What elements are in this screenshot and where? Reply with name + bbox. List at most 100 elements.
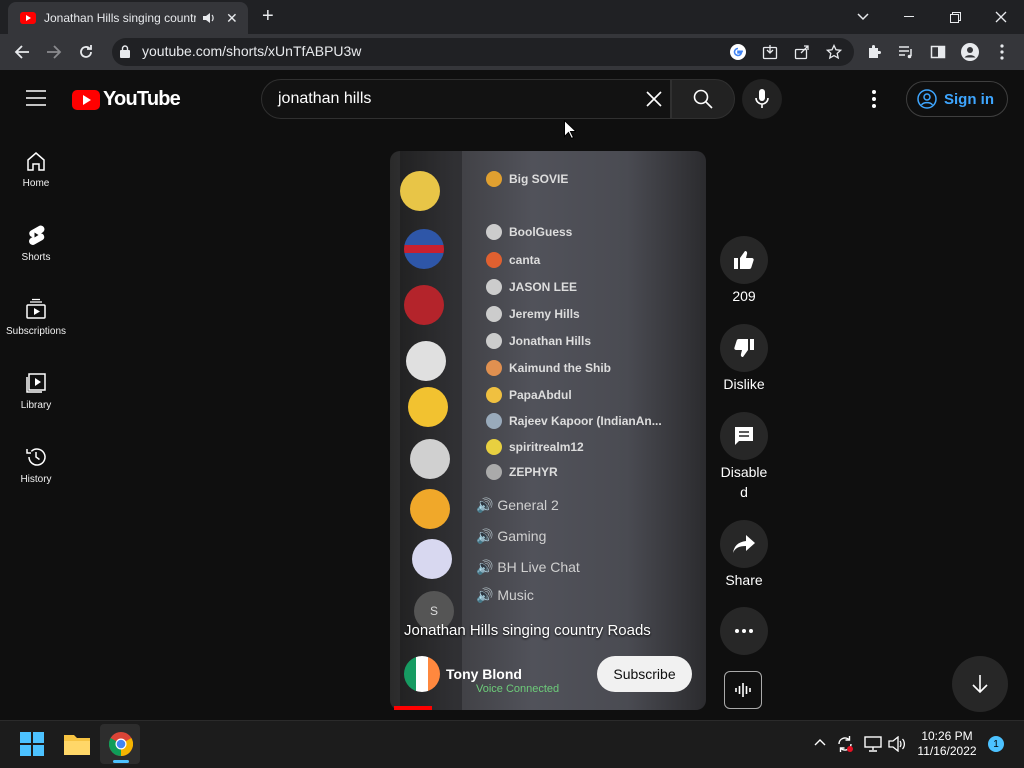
sidebar-item-home[interactable]: Home xyxy=(0,136,72,210)
side-panel-icon[interactable] xyxy=(926,40,950,64)
arrow-down-icon xyxy=(972,675,988,693)
notification-badge[interactable]: 1 xyxy=(988,736,1004,752)
settings-more-icon[interactable] xyxy=(872,90,876,108)
comments-button[interactable] xyxy=(720,412,768,460)
sidebar-item-label: Library xyxy=(20,400,52,411)
extensions-icon[interactable] xyxy=(862,40,886,64)
restore-icon[interactable] xyxy=(932,4,978,30)
video-progress-bar[interactable] xyxy=(394,706,432,710)
voice-channel: 🔊 Gaming xyxy=(476,528,547,544)
sidebar-item-shorts[interactable]: Shorts xyxy=(0,210,72,284)
voice-channel: 🔊 Music xyxy=(476,587,534,603)
reload-icon[interactable] xyxy=(74,40,98,64)
more-actions-button[interactable] xyxy=(720,607,768,655)
sidebar-item-label: Home xyxy=(22,178,50,189)
youtube-logo-text: YouTube xyxy=(103,88,181,110)
video-title: Jonathan Hills singing country Roads xyxy=(404,622,651,639)
member-row: Big SOVIE xyxy=(486,171,568,187)
media-control-icon[interactable] xyxy=(894,40,918,64)
profile-icon[interactable] xyxy=(958,40,982,64)
thumbs-up-icon xyxy=(734,251,754,269)
sidebar-item-library[interactable]: Library xyxy=(0,358,72,432)
member-row: Kaimund the Shib xyxy=(486,360,611,376)
server-avatar xyxy=(412,539,452,579)
home-icon xyxy=(27,152,45,171)
member-row: spiritrealm12 xyxy=(486,439,584,455)
sidebar-item-label: Subscriptions xyxy=(5,326,67,337)
shorts-icon xyxy=(29,225,45,245)
next-video-button[interactable] xyxy=(952,656,1008,712)
volume-icon[interactable] xyxy=(888,736,906,752)
original-sound-button[interactable] xyxy=(724,671,762,709)
library-icon xyxy=(26,373,46,393)
close-window-icon[interactable] xyxy=(978,4,1024,30)
lock-icon[interactable] xyxy=(120,45,130,58)
show-hidden-icons-icon[interactable] xyxy=(814,738,826,746)
google-icon[interactable] xyxy=(726,40,750,64)
more-horizontal-icon xyxy=(735,629,753,633)
clock-time: 10:26 PM xyxy=(921,729,973,743)
member-row: BoolGuess xyxy=(486,224,572,240)
channel-name[interactable]: Tony Blond xyxy=(446,666,522,682)
sound-wave-icon xyxy=(735,683,751,697)
comments-disabled-label: Disabled xyxy=(720,464,768,500)
tab-title: Jonathan Hills singing country Roads xyxy=(44,11,196,25)
clear-search-icon[interactable] xyxy=(646,91,662,107)
sign-in-button[interactable]: Sign in xyxy=(906,81,1008,117)
bookmark-star-icon[interactable] xyxy=(822,40,846,64)
youtube-logo[interactable]: YouTube xyxy=(72,88,181,111)
search-button[interactable] xyxy=(671,79,735,119)
speaker-icon[interactable] xyxy=(202,12,216,24)
member-row: canta xyxy=(486,252,540,268)
share-label: Share xyxy=(725,572,763,588)
close-tab-icon[interactable]: ✕ xyxy=(226,10,238,27)
chrome-icon xyxy=(109,732,133,756)
sync-icon[interactable] xyxy=(836,735,854,753)
share-page-icon[interactable] xyxy=(790,40,814,64)
file-explorer-icon[interactable] xyxy=(64,733,90,755)
network-icon[interactable] xyxy=(864,736,882,752)
new-tab-button[interactable]: + xyxy=(262,6,274,26)
sidebar-item-subscriptions[interactable]: Subscriptions xyxy=(0,284,72,358)
member-row: JASON LEE xyxy=(486,279,577,295)
guide-menu-icon[interactable] xyxy=(26,90,46,106)
voice-search-button[interactable] xyxy=(742,79,782,119)
thumbs-down-icon xyxy=(734,339,754,357)
browser-tab[interactable]: Jonathan Hills singing country Roads ✕ xyxy=(8,2,248,34)
channel-avatar[interactable] xyxy=(404,656,440,692)
search-icon xyxy=(693,89,713,109)
mouse-cursor-icon xyxy=(564,120,576,139)
install-app-icon[interactable] xyxy=(758,40,782,64)
sidebar-item-label: History xyxy=(20,474,52,485)
windows-start-icon[interactable] xyxy=(20,732,44,756)
server-avatar xyxy=(400,171,440,211)
comment-icon xyxy=(735,427,753,445)
dislike-button[interactable] xyxy=(720,324,768,372)
server-avatar xyxy=(410,489,450,529)
voice-channel: 🔊 General 2 xyxy=(476,497,559,513)
history-icon xyxy=(26,448,46,466)
sidebar-item-history[interactable]: History xyxy=(0,432,72,506)
server-avatar xyxy=(410,439,450,479)
share-button[interactable] xyxy=(720,520,768,568)
dislike-label: Dislike xyxy=(723,376,765,392)
subscriptions-icon xyxy=(26,298,46,319)
youtube-favicon-icon xyxy=(20,12,36,24)
chrome-menu-icon[interactable] xyxy=(990,40,1014,64)
tab-search-icon[interactable] xyxy=(840,4,886,30)
subscribe-button[interactable]: Subscribe xyxy=(597,656,692,692)
sidebar-item-label: Shorts xyxy=(21,252,51,263)
microphone-icon xyxy=(755,89,769,108)
forward-icon[interactable] xyxy=(42,40,66,64)
member-row: Rajeev Kapoor (IndianAn... xyxy=(486,413,662,429)
back-icon[interactable] xyxy=(10,40,34,64)
url-text: youtube.com/shorts/xUnTfABPU3w xyxy=(142,43,362,59)
search-query-text: jonathan hills xyxy=(278,90,372,107)
like-button[interactable] xyxy=(720,236,768,284)
clock-date: 11/16/2022 xyxy=(917,744,977,758)
taskbar-clock[interactable]: 10:26 PM 11/16/2022 xyxy=(912,729,982,759)
server-avatar xyxy=(404,229,444,269)
share-arrow-icon xyxy=(733,535,755,553)
minimize-icon[interactable] xyxy=(886,4,932,30)
like-count: 209 xyxy=(732,288,756,304)
